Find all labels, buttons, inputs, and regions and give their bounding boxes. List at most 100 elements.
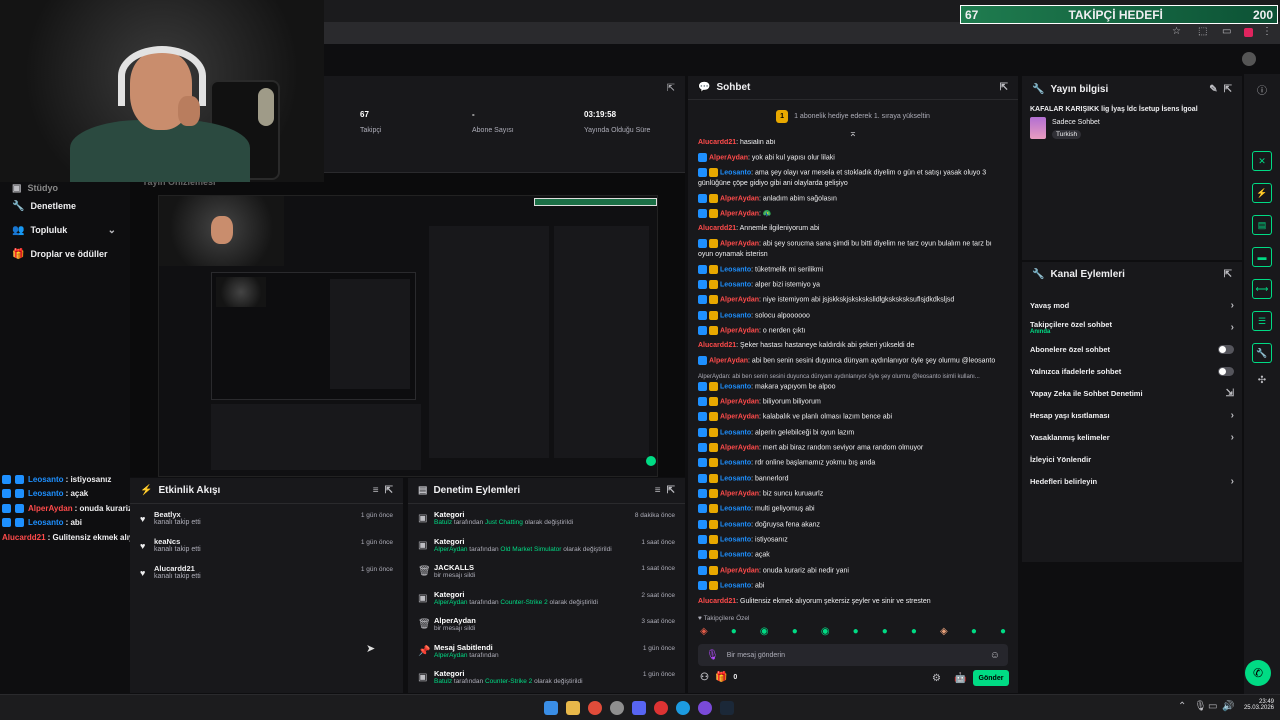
network-icon[interactable]: ▭ xyxy=(1208,701,1217,712)
nav-item-community[interactable]: 👥 Topluluk ⌄ xyxy=(0,218,128,242)
users-icon[interactable]: ⚇ xyxy=(700,672,709,683)
chat-message[interactable]: AlperAydan: o nerden çıktı xyxy=(688,324,1018,339)
channel-action-item[interactable]: Hedefleri belirleyin › xyxy=(1022,470,1242,492)
profile-avatar[interactable] xyxy=(1244,28,1253,37)
chat-message[interactable]: Leosanto: doğruysa fena akanz xyxy=(688,517,1018,532)
chat-username[interactable]: Leosanto xyxy=(720,552,751,559)
document-icon[interactable]: ▤ xyxy=(1252,215,1272,235)
emote-icon[interactable]: ● xyxy=(792,626,798,637)
chat-username[interactable]: AlperAydan xyxy=(720,241,759,248)
steam-icon[interactable] xyxy=(720,701,734,715)
file-explorer-icon[interactable] xyxy=(566,701,580,715)
channel-action-item[interactable]: Yavaş mod › xyxy=(1022,294,1242,316)
star-icon[interactable]: ☆ xyxy=(1172,26,1181,37)
nav-item-studio[interactable]: ▣ Stüdyo xyxy=(0,182,128,194)
list-icon[interactable]: ☰ xyxy=(1252,311,1272,331)
chat-message[interactable]: AlperAydan: onuda kurariz abi nedir yani xyxy=(688,563,1018,578)
lightning-icon[interactable]: ⚡ xyxy=(1252,183,1272,203)
edge-icon[interactable] xyxy=(676,701,690,715)
toggle-switch[interactable] xyxy=(1218,344,1234,354)
channel-action-item[interactable]: Yapay Zeka ile Sohbet Denetimi ⇲ xyxy=(1022,382,1242,404)
chat-username[interactable]: AlperAydan xyxy=(720,327,759,334)
chat-message[interactable]: AlperAydan: abi ben senin sesini duyunca… xyxy=(688,354,1018,369)
chat-username[interactable]: AlperAydan xyxy=(720,444,759,451)
emote-icon[interactable]: ◉ xyxy=(821,626,830,637)
chat-username[interactable]: AlperAydan xyxy=(709,358,748,365)
chat-message[interactable]: Leosanto: bannerlord xyxy=(688,471,1018,486)
chat-message[interactable]: AlperAydan: yok abi kul yapısı olur lila… xyxy=(688,150,1018,165)
microphone-icon[interactable]: 🎙 xyxy=(706,650,719,661)
chat-message[interactable]: Alucardd21: hasialin abi xyxy=(688,139,1018,150)
gift-leaderboard[interactable]: 1 1 abonelik hediye ederek 1. sıraya yük… xyxy=(688,100,1018,127)
puzzle-icon[interactable]: ✣ xyxy=(1244,375,1280,386)
menu-dots-icon[interactable]: ⋮ xyxy=(1262,26,1272,37)
chrome-icon[interactable] xyxy=(588,701,602,715)
start-icon[interactable] xyxy=(544,701,558,715)
channel-action-item[interactable]: Hesap yaşı kısıtlaması › xyxy=(1022,404,1242,426)
chat-message[interactable]: Alucardd21: Annemle ilgileniyorum abi xyxy=(688,222,1018,237)
popout-icon[interactable]: ⇱ xyxy=(667,83,675,94)
chat-username[interactable]: Leosanto xyxy=(720,506,751,513)
chat-username[interactable]: Leosanto xyxy=(720,383,751,390)
chat-username[interactable]: Leosanto xyxy=(720,429,751,436)
chat-username[interactable]: Leosanto xyxy=(720,266,751,273)
chat-message[interactable]: AlperAydan: anladım abim sağolasın xyxy=(688,191,1018,206)
chat-username[interactable]: AlperAydan xyxy=(709,154,748,161)
emote-icon[interactable]: ● xyxy=(731,626,737,637)
chat-message[interactable]: Leosanto: multi geliyomuş abi xyxy=(688,502,1018,517)
channel-action-item[interactable]: Yasaklanmış kelimeler › xyxy=(1022,426,1242,448)
edit-icon[interactable]: ✎ xyxy=(1209,84,1217,95)
chat-username[interactable]: Leosanto xyxy=(720,521,751,528)
chat-username[interactable]: Leosanto xyxy=(720,536,751,543)
emoji-icon[interactable]: ☺ xyxy=(990,650,1000,661)
channel-action-item[interactable]: İzleyici Yönlendir xyxy=(1022,448,1242,470)
app-icon[interactable] xyxy=(698,701,712,715)
app-icon[interactable] xyxy=(610,701,624,715)
emote-icon[interactable]: ◈ xyxy=(940,626,948,637)
help-chat-button[interactable]: ✆ xyxy=(1245,660,1271,686)
nav-item-drops[interactable]: 🎁 Droplar ve ödüller xyxy=(0,242,128,266)
chat-message[interactable]: AlperAydan: mert abi biraz random seviyo… xyxy=(688,441,1018,456)
wrench-icon[interactable]: 🔧 xyxy=(1252,343,1272,363)
chat-message[interactable]: Alucardd21: Şeker hastası hastaneye kald… xyxy=(688,339,1018,354)
info-icon[interactable]: ⓘ xyxy=(1244,74,1280,151)
gift-icon[interactable]: 🎁 xyxy=(715,672,727,683)
chat-icon[interactable]: ▬ xyxy=(1252,247,1272,267)
chat-username[interactable]: AlperAydan xyxy=(720,297,759,304)
emote-icon[interactable]: ● xyxy=(1000,626,1006,637)
chat-message[interactable]: Leosanto: ama şey olayı var mesela et st… xyxy=(688,166,1018,191)
popout-icon[interactable]: ⇱ xyxy=(1000,82,1008,93)
user-avatar[interactable] xyxy=(1242,52,1256,66)
chat-message[interactable]: Leosanto: solocu alpoooooo xyxy=(688,308,1018,323)
collapse-icon[interactable]: ⌅ xyxy=(688,127,1018,139)
crosshair-icon[interactable]: ✕ xyxy=(1252,151,1272,171)
emote-icon[interactable]: ◉ xyxy=(760,626,769,637)
chat-username[interactable]: AlperAydan xyxy=(720,414,759,421)
chat-message[interactable]: AlperAydan: biliyorum biliyorum xyxy=(688,395,1018,410)
chat-username[interactable]: Alucardd21 xyxy=(698,342,736,349)
chat-message[interactable]: Leosanto: alper bizi istemiyo ya xyxy=(688,277,1018,292)
settings-icon[interactable]: ⚙ xyxy=(932,673,941,684)
chat-username[interactable]: AlperAydan xyxy=(720,398,759,405)
tag-chip[interactable]: Turkish xyxy=(1052,129,1082,139)
chat-message[interactable]: AlperAydan: niye istemiyom abi jsjskkskj… xyxy=(688,293,1018,308)
popout-icon[interactable]: ⇱ xyxy=(1224,84,1232,95)
chat-message[interactable]: Leosanto: tüketmelik mi serilikmi xyxy=(688,262,1018,277)
chat-message[interactable]: Leosanto: abi xyxy=(688,579,1018,594)
preview-video[interactable] xyxy=(158,195,658,477)
chevron-up-icon[interactable]: ⌃ xyxy=(1178,701,1186,712)
chat-username[interactable]: Leosanto xyxy=(720,281,751,288)
chat-message[interactable]: Alucardd21: Gulitensiz ekmek alıyorum şe… xyxy=(688,594,1018,609)
emote-icon[interactable]: ● xyxy=(853,626,859,637)
filter-icon[interactable]: ≡ xyxy=(655,485,661,496)
chat-message[interactable]: AlperAydan: abi şey sorucma sana şimdi b… xyxy=(688,237,1018,262)
microphone-icon[interactable]: 🎙 xyxy=(1194,701,1207,712)
opera-icon[interactable] xyxy=(654,701,668,715)
chat-message[interactable]: Leosanto: alperin gelebilceği bi oyun la… xyxy=(688,425,1018,440)
send-button[interactable]: Gönder xyxy=(973,670,1009,686)
chat-username[interactable]: AlperAydan xyxy=(720,490,759,497)
chat-username[interactable]: Alucardd21 xyxy=(698,139,736,146)
volume-icon[interactable]: 🔊 xyxy=(1222,701,1234,712)
chat-message[interactable]: Leosanto: rdr online başlamamız yokmu bı… xyxy=(688,456,1018,471)
popout-icon[interactable]: ⇱ xyxy=(385,485,393,496)
